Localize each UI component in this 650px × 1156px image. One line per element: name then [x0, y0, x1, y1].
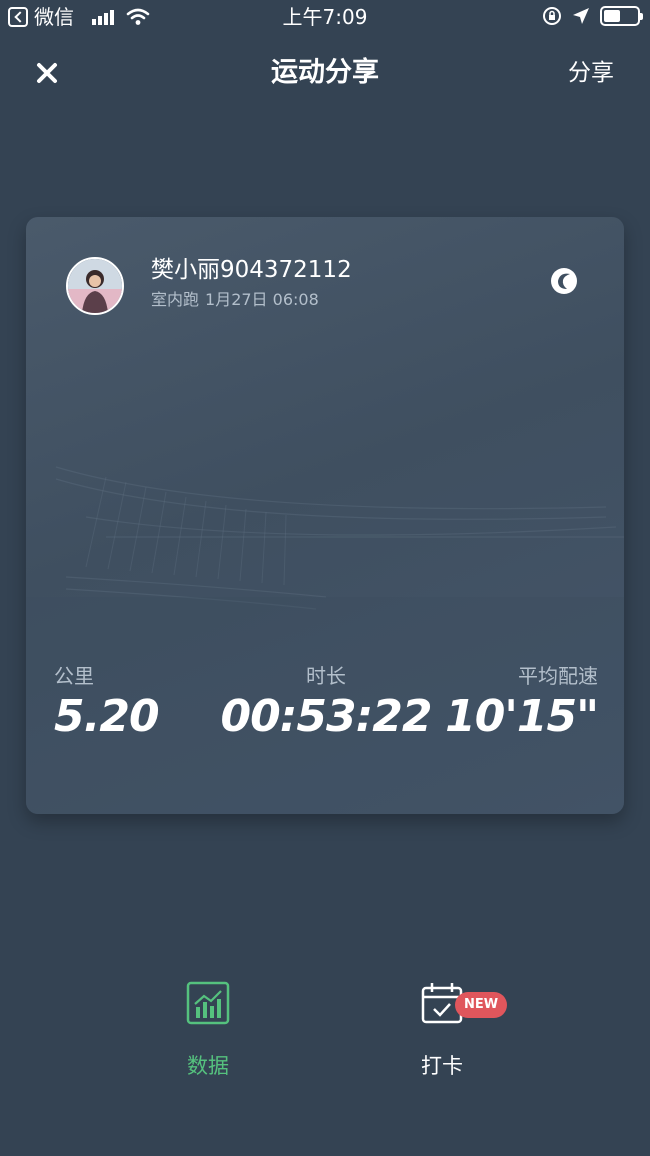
activity-type: 室内跑 [151, 290, 200, 309]
stat-pace: 平均配速 10'15" [445, 663, 599, 743]
nav-bar: 运动分享 分享 [0, 44, 650, 102]
location-arrow-icon [573, 8, 589, 24]
new-badge: NEW [455, 992, 507, 1018]
status-right [542, 6, 643, 26]
battery-icon [600, 6, 643, 26]
bar-chart-icon [186, 981, 230, 1025]
tab-label: 打卡 [421, 1054, 463, 1078]
tab-label: 数据 [187, 1054, 229, 1078]
stat-label: 时长 [306, 664, 346, 688]
stat-distance: 公里 5.20 [54, 663, 160, 743]
stat-value: 00:53:22 [220, 691, 433, 742]
brand-logo-icon [551, 268, 577, 294]
orientation-lock-icon [543, 7, 561, 25]
activity-meta: 室内跑 1月27日 06:08 [151, 289, 319, 311]
share-button[interactable]: 分享 [568, 58, 614, 88]
battery-level [604, 10, 620, 22]
stat-value: 10'15" [445, 691, 599, 742]
share-card: 樊小丽904372112 室内跑 1月27日 06:08 公里 5.20 时长 … [26, 217, 624, 814]
stat-duration: 时长 00:53:22 [216, 663, 436, 743]
activity-datetime: 1月27日 06:08 [205, 290, 319, 309]
status-bar: 微信 上午7:09 [0, 0, 650, 36]
tab-data[interactable]: 数据 [128, 980, 288, 1080]
page-title: 运动分享 [271, 57, 379, 88]
stat-label: 平均配速 [518, 664, 598, 688]
user-name: 樊小丽904372112 [151, 257, 352, 283]
user-avatar[interactable] [66, 257, 124, 315]
avatar-photo [68, 259, 122, 313]
stat-value: 5.20 [54, 691, 160, 742]
stat-label: 公里 [54, 664, 94, 688]
